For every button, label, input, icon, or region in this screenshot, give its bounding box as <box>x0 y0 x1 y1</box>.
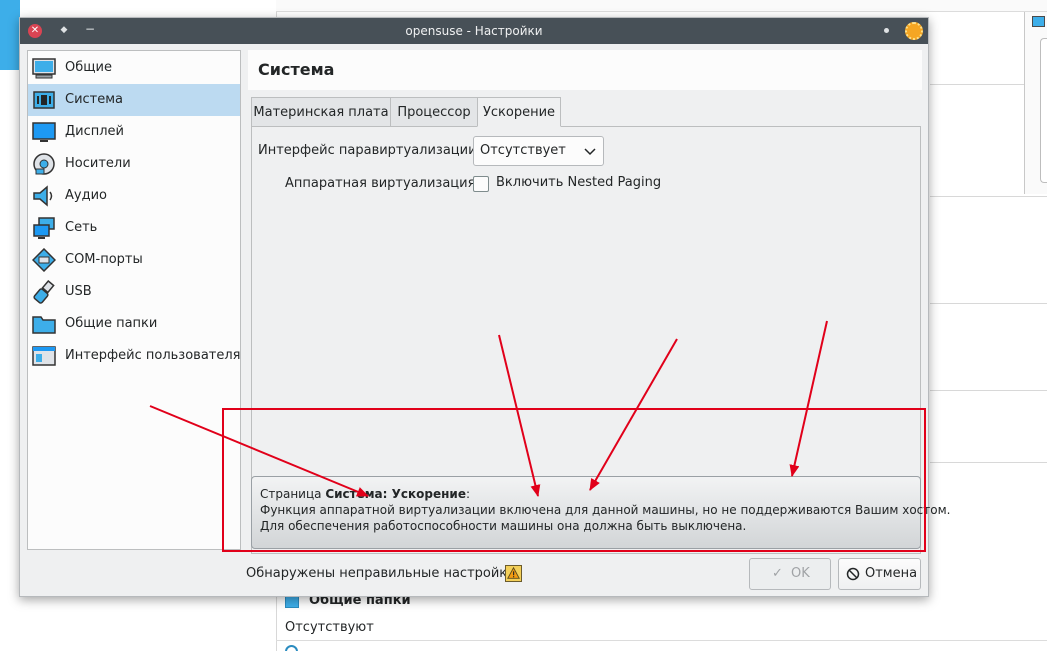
sidebar-item-network[interactable]: Сеть <box>28 212 240 244</box>
paravirtualization-select[interactable]: Отсутствует <box>473 136 604 166</box>
network-icon <box>33 217 55 239</box>
speaker-icon <box>33 185 53 207</box>
warning-icon[interactable] <box>505 565 522 582</box>
folder-icon <box>32 316 56 334</box>
monitor-icon <box>32 122 56 142</box>
sidebar-item-display[interactable]: Дисплей <box>28 116 240 148</box>
invalid-settings-message: Обнаружены неправильные настройки <box>246 566 516 581</box>
sidebar-item-label: USB <box>65 284 92 299</box>
sidebar-item-label: Носители <box>65 156 131 171</box>
minimize-icon[interactable]: − <box>83 22 97 36</box>
usb-icon <box>33 280 55 304</box>
background-window-edge <box>0 0 20 70</box>
tab-processor[interactable]: Процессор <box>390 97 478 127</box>
general-icon <box>32 58 56 79</box>
chevron-down-icon <box>584 148 596 156</box>
sidebar-item-audio[interactable]: Аудио <box>28 180 240 212</box>
cancel-button[interactable]: Отмена <box>838 558 921 590</box>
background-section-icon <box>285 645 298 651</box>
ok-button[interactable]: ✓ OK <box>749 558 831 590</box>
hardware-virtualization-label: Аппаратная виртуализация: <box>285 176 480 191</box>
tab-motherboard[interactable]: Материнская плата <box>251 97 391 127</box>
sidebar-item-storage[interactable]: Носители <box>28 148 240 180</box>
settings-category-list: Общие Система Дисплей Носители Аудио Сет… <box>27 50 241 550</box>
keep-above-icon[interactable]: ◆ <box>58 23 70 37</box>
window-menu-icon[interactable] <box>905 22 923 40</box>
paravirtualization-label: Интерфейс паравиртуализации: <box>258 143 481 158</box>
chip-icon <box>33 91 55 109</box>
on-all-desktops-icon[interactable] <box>884 28 889 33</box>
page-header: Система <box>248 50 922 90</box>
sidebar-item-system[interactable]: Система <box>28 84 240 116</box>
sidebar-item-label: Общие <box>65 60 112 75</box>
sidebar-item-label: Общие папки <box>65 316 158 331</box>
background-divider <box>276 640 1047 641</box>
tab-acceleration[interactable]: Ускорение <box>477 97 561 127</box>
background-divider <box>930 196 1047 197</box>
serial-port-icon <box>32 248 56 272</box>
sidebar-item-com-ports[interactable]: COM-порты <box>28 244 240 276</box>
nested-paging-label[interactable]: Включить Nested Paging <box>496 175 661 190</box>
check-icon: ✓ <box>772 566 783 581</box>
sidebar-item-general[interactable]: Общие <box>28 52 240 84</box>
ok-button-label: OK <box>791 566 810 581</box>
background-divider <box>930 303 1047 304</box>
sidebar-item-label: Дисплей <box>65 124 125 139</box>
background-divider <box>930 390 1047 391</box>
background-toolbar-strip <box>276 0 1047 12</box>
nested-paging-checkbox[interactable] <box>473 176 489 192</box>
cancel-button-label: Отмена <box>865 566 918 581</box>
background-preview-icon <box>1032 16 1045 27</box>
paravirtualization-value: Отсутствует <box>480 143 566 158</box>
background-preview-box <box>1040 38 1047 183</box>
sidebar-item-usb[interactable]: USB <box>28 276 240 308</box>
sidebar-item-label: Интерфейс пользователя <box>65 348 241 363</box>
sidebar-item-shared-folders[interactable]: Общие папки <box>28 308 240 340</box>
sidebar-item-label: Система <box>65 92 124 107</box>
cancel-icon <box>846 567 860 581</box>
sidebar-item-user-interface[interactable]: Интерфейс пользователя <box>28 340 241 372</box>
ui-window-icon <box>32 346 56 366</box>
annotation-highlight-box <box>222 408 926 552</box>
background-divider <box>930 462 1047 463</box>
disk-icon <box>33 153 55 175</box>
sidebar-item-label: COM-порты <box>65 252 143 267</box>
window-title: opensuse - Настройки <box>405 24 543 38</box>
sidebar-item-label: Аудио <box>65 188 107 203</box>
page-title: Система <box>258 60 335 79</box>
sidebar-item-label: Сеть <box>65 220 98 235</box>
shared-folders-section-value: Отсутствуют <box>285 620 374 635</box>
close-icon[interactable]: ✕ <box>28 24 42 38</box>
title-bar[interactable]: opensuse - Настройки ✕ ◆ − <box>20 18 928 44</box>
